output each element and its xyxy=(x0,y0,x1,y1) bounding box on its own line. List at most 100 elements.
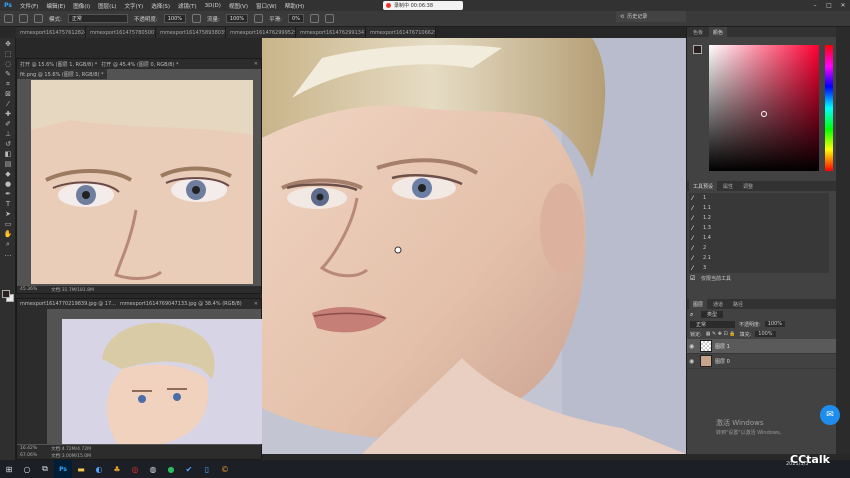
float-top-subtab[interactable]: fit.png @ 15.6% (图层 1, RGB/8) * xyxy=(17,69,107,79)
brush-tool-icon[interactable]: ✐ xyxy=(3,120,13,128)
brush-preset-item[interactable]: ⁄ 2.1 xyxy=(689,253,829,263)
color-picker-cursor[interactable] xyxy=(761,111,767,117)
floating-window-bottom-titlebar[interactable]: mmexport1614770219839.jpg @ 17... mmexpo… xyxy=(17,299,261,309)
tab-paths[interactable]: 路径 xyxy=(729,299,747,309)
marquee-tool-icon[interactable]: ⬚ xyxy=(3,50,13,58)
blend-mode-select[interactable]: 正常 xyxy=(690,320,735,328)
current-tool-only-checkbox[interactable]: ☑ 仅限当前工具 xyxy=(687,273,837,283)
menu-filter[interactable]: 滤镜(T) xyxy=(174,2,201,10)
rectangle-tool-icon[interactable]: ▭ xyxy=(3,220,13,228)
netease-music-icon[interactable]: ◎ xyxy=(126,460,144,478)
menu-view[interactable]: 视图(V) xyxy=(225,2,252,10)
brush-preset-item[interactable]: ⁄ 1.1 xyxy=(689,203,829,213)
smooth-field[interactable]: 0% xyxy=(288,14,304,23)
doc-tab-1[interactable]: mmexport1614757612824.jpg @ 17... xyxy=(16,27,86,38)
brush-preset-item[interactable]: ⁄ 3 xyxy=(689,263,829,273)
panel-foreground-swatch[interactable] xyxy=(693,45,702,54)
more-tools-icon[interactable]: … xyxy=(3,250,13,258)
menu-image[interactable]: 图像(I) xyxy=(69,2,94,10)
layer-row-1[interactable]: ◉ 图层 1 xyxy=(687,339,837,354)
main-canvas[interactable] xyxy=(262,38,686,454)
tablet-app-icon[interactable]: ▯ xyxy=(198,460,216,478)
menu-help[interactable]: 帮助(H) xyxy=(281,2,308,10)
brush-preset-item[interactable]: ⁄ 1.4 xyxy=(689,233,829,243)
symmetry-icon[interactable] xyxy=(324,14,334,23)
mode-select[interactable]: 正常 xyxy=(67,14,128,23)
float-bottom-zoom-2[interactable]: 67.06% xyxy=(20,453,37,458)
brush-tool-icon[interactable] xyxy=(4,14,13,23)
doc-tab-5[interactable]: mmexport1614762991341.jpg @ 15... xyxy=(296,27,366,38)
search-icon[interactable]: ○ xyxy=(18,460,36,478)
frame-tool-icon[interactable]: ⊠ xyxy=(3,90,13,98)
layer-opacity-field[interactable]: 100% xyxy=(764,321,785,327)
floating-window-top[interactable]: 打开 @ 15.6% (图层 1, RGB/8) * 打开 @ 45.4% (图… xyxy=(16,58,262,294)
maximize-icon[interactable]: □ xyxy=(822,0,836,11)
layer-filter-select[interactable]: 类型 xyxy=(701,310,724,318)
stamp-tool-icon[interactable]: ⊥ xyxy=(3,130,13,138)
brush-preset-item[interactable]: ⁄ 1.2 xyxy=(689,213,829,223)
minimize-icon[interactable]: – xyxy=(808,0,822,11)
wechat-icon[interactable]: ● xyxy=(162,460,180,478)
menu-edit[interactable]: 编辑(E) xyxy=(42,2,69,10)
tab-properties[interactable]: 属性 xyxy=(719,181,737,191)
fill-field[interactable]: 100% xyxy=(755,331,776,337)
brush-settings-icon[interactable] xyxy=(34,14,43,23)
floating-window-bottom[interactable]: mmexport1614770219839.jpg @ 17... mmexpo… xyxy=(16,298,262,460)
lasso-tool-icon[interactable]: ◌ xyxy=(3,60,13,68)
windows-start-icon[interactable]: ⊞ xyxy=(0,460,18,478)
eraser-tool-icon[interactable]: ◧ xyxy=(3,150,13,158)
flow-field[interactable]: 100% xyxy=(225,14,249,23)
menu-file[interactable]: 文件(F) xyxy=(16,2,42,10)
foreground-color-swatch[interactable] xyxy=(2,290,10,298)
menu-3d[interactable]: 3D(D) xyxy=(201,3,225,9)
menu-layer[interactable]: 图层(L) xyxy=(94,2,120,10)
photoshop-taskbar-icon[interactable]: Ps xyxy=(54,460,72,478)
dodge-tool-icon[interactable]: ● xyxy=(3,180,13,188)
smooth-settings-icon[interactable] xyxy=(309,14,319,23)
tab-layers[interactable]: 图层 xyxy=(689,299,708,309)
airbrush-icon[interactable] xyxy=(254,14,264,23)
panel-dock-strip[interactable] xyxy=(836,27,850,454)
floating-window-top-titlebar[interactable]: 打开 @ 15.6% (图层 1, RGB/8) * 打开 @ 45.4% (图… xyxy=(17,59,261,69)
float-top-tab-2[interactable]: 打开 @ 45.4% (图层 0, RGB/8) * xyxy=(101,61,178,68)
color-picker-field[interactable] xyxy=(709,45,819,171)
menu-window[interactable]: 窗口(W) xyxy=(252,2,281,10)
task-view-icon[interactable]: ⧉ xyxy=(36,460,54,478)
chat-bubble-icon[interactable]: ✉ xyxy=(820,405,840,425)
brush-preset-icon[interactable] xyxy=(19,14,28,23)
pressure-opacity-icon[interactable] xyxy=(192,14,202,23)
type-tool-icon[interactable]: T xyxy=(3,200,13,208)
tab-tool-presets[interactable]: 工具预设 xyxy=(689,181,718,191)
edge-browser-icon[interactable]: ◐ xyxy=(90,460,108,478)
brush-preset-item[interactable]: ⁄ 2 xyxy=(689,243,829,253)
float-bottom-tab-1[interactable]: mmexport1614770219839.jpg @ 17... xyxy=(20,301,116,307)
pen-tool-icon[interactable]: ✒ xyxy=(3,190,13,198)
healing-tool-icon[interactable]: ✚ xyxy=(3,110,13,118)
lock-icons[interactable]: ▦ ✎ ✥ ⊡ 🔒 xyxy=(706,331,736,337)
hue-slider[interactable] xyxy=(825,45,833,171)
crop-tool-icon[interactable]: ⌗ xyxy=(3,80,13,88)
file-explorer-icon[interactable]: ▬ xyxy=(72,460,90,478)
float-bottom-close-icon[interactable]: ✕ xyxy=(254,301,258,307)
tab-color[interactable]: 颜色 xyxy=(709,27,728,37)
pinned-app-2-icon[interactable]: ◍ xyxy=(144,460,162,478)
zoom-tool-icon[interactable]: ⌕ xyxy=(3,240,13,248)
float-top-close-icon[interactable]: ✕ xyxy=(254,61,258,67)
brush-preset-item[interactable]: ⁄ 1 xyxy=(689,193,829,203)
system-clock-date[interactable]: 2021/3/3 xyxy=(786,461,808,468)
move-tool-icon[interactable]: ✥ xyxy=(3,40,13,48)
float-bottom-zoom[interactable]: 16.42% xyxy=(20,446,37,451)
float-bottom-tab-2[interactable]: mmexport1614769047133.jpg @ 38.4% (RGB/8… xyxy=(120,301,242,307)
tab-adjustments[interactable]: 调整 xyxy=(739,181,757,191)
pinned-app-icon[interactable]: ♣ xyxy=(108,460,126,478)
layer-row-0[interactable]: ◉ 图层 0 xyxy=(687,354,837,369)
history-panel-tab[interactable]: ⟲ 历史记录 xyxy=(616,11,686,22)
brush-preset-item[interactable]: ⁄ 1.3 xyxy=(689,223,829,233)
quick-select-tool-icon[interactable]: ✎ xyxy=(3,70,13,78)
doc-tab-4[interactable]: mmexport1614762999529.jpg @ 17... xyxy=(226,27,296,38)
menu-type[interactable]: 文字(Y) xyxy=(121,2,148,10)
doc-tab-6[interactable]: mmexport1614767106629.jpg @ 72... xyxy=(366,27,436,38)
eye-icon[interactable]: ◉ xyxy=(689,358,697,365)
history-brush-icon[interactable]: ↺ xyxy=(3,140,13,148)
menu-select[interactable]: 选择(S) xyxy=(147,2,174,10)
